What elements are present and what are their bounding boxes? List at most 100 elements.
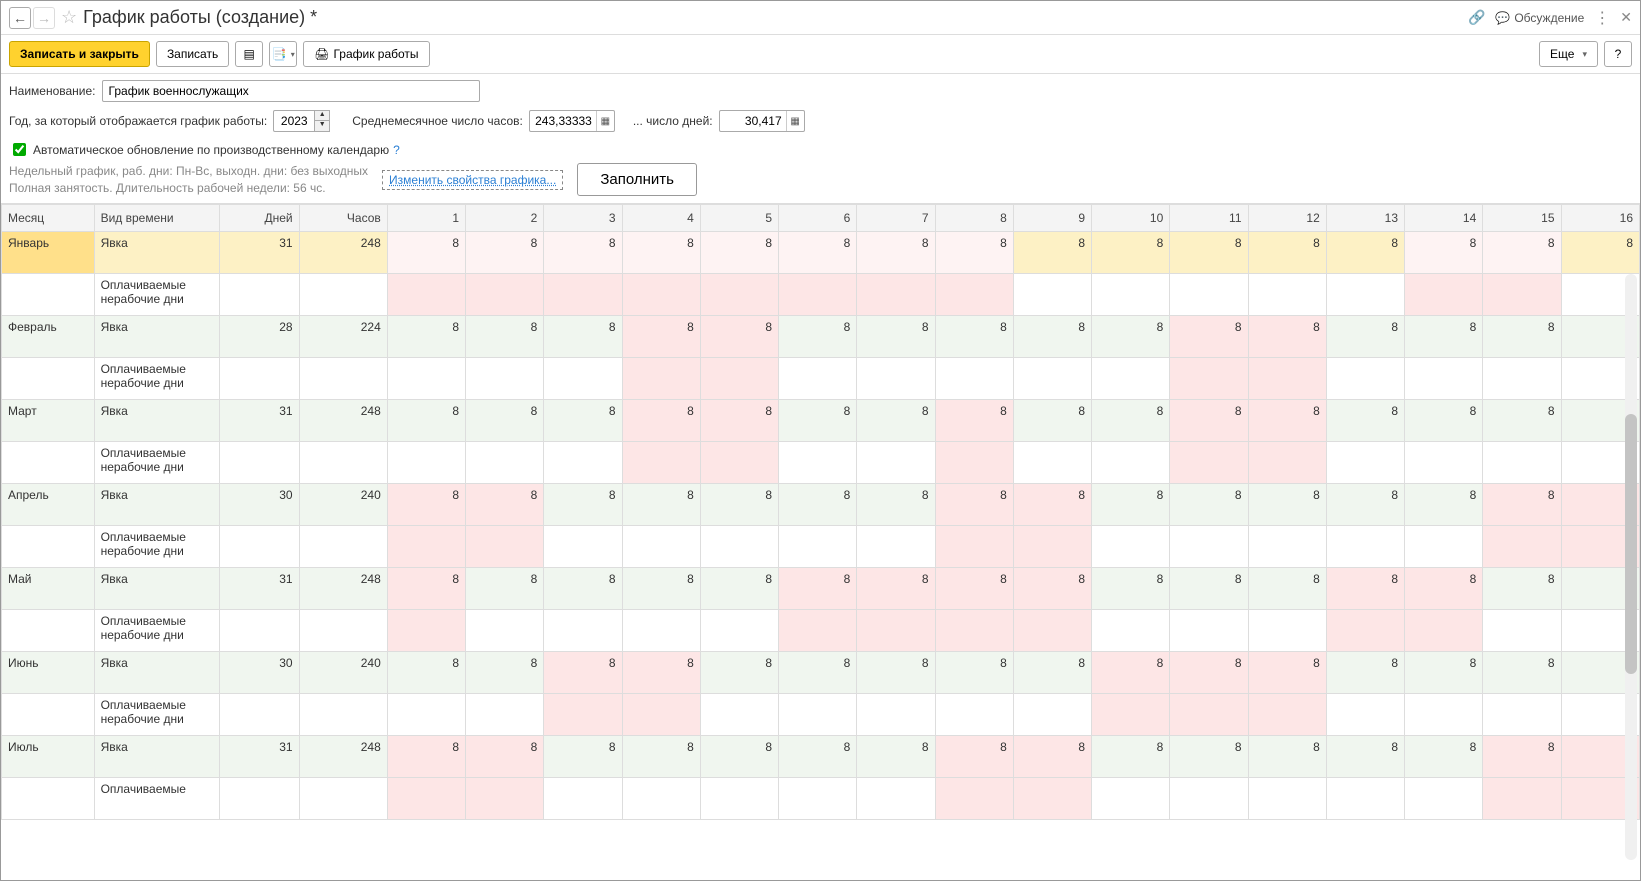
day-cell[interactable]: 8 [387,399,465,441]
day-cell[interactable] [387,441,465,483]
day-cell[interactable] [1248,357,1326,399]
day-cell[interactable]: 8 [1326,231,1404,273]
day-cell[interactable]: 8 [1170,315,1248,357]
list-view-button[interactable]: ▤ [235,41,263,67]
hours-cell[interactable]: 224 [299,315,387,357]
print-button[interactable]: 🖨 График работы [303,41,429,67]
col-type[interactable]: Вид времени [94,204,220,231]
type-cell[interactable]: Оплачиваемые нерабочие дни [94,609,220,651]
day-cell[interactable]: 8 [1170,231,1248,273]
col-day-5[interactable]: 5 [700,204,778,231]
hours-cell[interactable]: 248 [299,399,387,441]
day-cell[interactable]: 8 [779,315,857,357]
month-cell[interactable]: Апрель [2,483,95,525]
day-cell[interactable] [622,273,700,315]
day-cell[interactable]: 8 [1326,399,1404,441]
day-cell[interactable]: 8 [387,567,465,609]
day-cell[interactable]: 8 [1013,231,1091,273]
day-cell[interactable] [466,273,544,315]
day-cell[interactable]: 8 [1092,231,1170,273]
col-day-4[interactable]: 4 [622,204,700,231]
month-cell[interactable]: Март [2,399,95,441]
day-cell[interactable]: 8 [857,315,935,357]
day-cell[interactable] [466,609,544,651]
hours-cell[interactable]: 240 [299,651,387,693]
type-cell[interactable]: Оплачиваемые нерабочие дни [94,357,220,399]
auto-update-checkbox[interactable] [13,143,26,156]
day-cell[interactable] [779,525,857,567]
day-cell[interactable] [700,441,778,483]
day-cell[interactable] [1248,273,1326,315]
month-cell[interactable]: Июль [2,735,95,777]
day-cell[interactable] [1326,693,1404,735]
day-cell[interactable] [1405,609,1483,651]
day-cell[interactable] [1170,693,1248,735]
day-cell[interactable]: 8 [622,231,700,273]
day-cell[interactable] [935,273,1013,315]
day-cell[interactable] [1248,777,1326,819]
day-cell[interactable]: 8 [1170,399,1248,441]
day-cell[interactable] [935,357,1013,399]
day-cell[interactable]: 8 [935,567,1013,609]
day-cell[interactable] [779,609,857,651]
day-cell[interactable]: 8 [1092,399,1170,441]
day-cell[interactable]: 8 [779,735,857,777]
day-cell[interactable] [779,273,857,315]
col-month[interactable]: Месяц [2,204,95,231]
day-cell[interactable]: 8 [1561,231,1639,273]
day-cell[interactable]: 8 [544,567,622,609]
forward-button[interactable]: → [33,7,55,29]
day-cell[interactable] [1483,609,1561,651]
day-cell[interactable] [1405,525,1483,567]
day-cell[interactable]: 8 [1013,483,1091,525]
day-cell[interactable] [466,441,544,483]
col-day-13[interactable]: 13 [1326,204,1404,231]
day-cell[interactable] [857,525,935,567]
day-cell[interactable]: 8 [1092,483,1170,525]
day-cell[interactable] [1092,609,1170,651]
day-cell[interactable]: 8 [544,315,622,357]
type-cell[interactable]: Явка [94,399,220,441]
day-cell[interactable] [1170,609,1248,651]
day-cell[interactable]: 8 [700,567,778,609]
more-button[interactable]: Еще [1539,41,1598,67]
day-cell[interactable]: 8 [700,735,778,777]
day-cell[interactable] [935,609,1013,651]
day-cell[interactable] [544,441,622,483]
day-cell[interactable] [857,441,935,483]
day-cell[interactable] [857,357,935,399]
day-cell[interactable]: 8 [1483,735,1561,777]
help-question-icon[interactable]: ? [393,143,400,157]
day-cell[interactable]: 8 [387,735,465,777]
day-cell[interactable] [1405,777,1483,819]
day-cell[interactable]: 8 [1405,651,1483,693]
day-cell[interactable] [1170,273,1248,315]
day-cell[interactable]: 8 [1013,651,1091,693]
day-cell[interactable]: 8 [466,651,544,693]
day-cell[interactable] [1170,525,1248,567]
day-cell[interactable]: 8 [1405,231,1483,273]
day-cell[interactable] [1248,525,1326,567]
day-cell[interactable] [1092,357,1170,399]
day-cell[interactable]: 8 [544,483,622,525]
day-cell[interactable]: 8 [1326,735,1404,777]
day-cell[interactable] [387,777,465,819]
day-cell[interactable] [1013,609,1091,651]
day-cell[interactable] [779,777,857,819]
day-cell[interactable] [544,525,622,567]
day-cell[interactable]: 8 [1013,315,1091,357]
day-cell[interactable]: 8 [466,399,544,441]
day-cell[interactable] [700,693,778,735]
type-cell[interactable]: Явка [94,231,220,273]
day-cell[interactable] [387,693,465,735]
day-cell[interactable]: 8 [1405,315,1483,357]
scrollbar-thumb[interactable] [1625,414,1637,674]
day-cell[interactable] [1013,273,1091,315]
type-cell[interactable]: Оплачиваемые [94,777,220,819]
day-cell[interactable]: 8 [779,231,857,273]
day-cell[interactable]: 8 [622,483,700,525]
day-cell[interactable] [1013,357,1091,399]
kebab-menu-icon[interactable]: ⋮ [1594,8,1610,28]
day-cell[interactable] [700,273,778,315]
days-cell[interactable]: 31 [220,231,299,273]
